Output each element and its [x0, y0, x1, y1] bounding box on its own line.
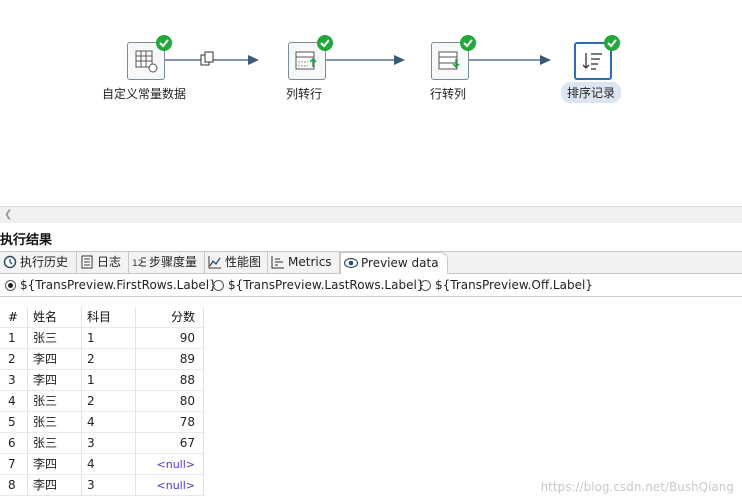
hop-3[interactable]	[466, 52, 552, 68]
tab-metrics[interactable]: Metrics	[268, 252, 340, 273]
results-panel-title: 执行结果	[0, 233, 53, 248]
cell-index: 8	[0, 475, 28, 496]
table-row[interactable]: 1 张三 1 90	[0, 328, 742, 349]
cell-subject: 1	[82, 328, 136, 349]
step-label: 自定义常量数据	[102, 87, 187, 101]
table-row[interactable]: 7 李四 4 <null>	[0, 454, 742, 475]
cell-index: 2	[0, 349, 28, 370]
step-label: 行转列	[430, 87, 467, 101]
cell-score: 80	[136, 391, 204, 412]
cell-name: 张三	[28, 412, 82, 433]
tab-step-metrics[interactable]: 12 步骤度量	[129, 252, 205, 273]
radio-label: ${TransPreview.LastRows.Label}	[228, 278, 425, 292]
table-row[interactable]: 4 张三 2 80	[0, 391, 742, 412]
tab-preview-data[interactable]: Preview data	[340, 252, 448, 274]
watermark: https://blog.csdn.net/BushQiang	[540, 480, 734, 494]
cell-subject: 3	[82, 433, 136, 454]
step-metrics-icon: 12	[132, 257, 146, 269]
canvas-horizontal-scrollbar[interactable]: ❮	[0, 206, 742, 223]
metrics-icon	[271, 256, 284, 269]
tab-performance-chart[interactable]: 性能图	[205, 252, 268, 273]
cell-subject: 3	[82, 475, 136, 496]
tab-label: 执行历史	[20, 255, 69, 269]
scroll-left-arrow-icon[interactable]: ❮	[4, 207, 12, 223]
cell-index: 4	[0, 391, 28, 412]
cell-name: 李四	[28, 349, 82, 370]
svg-text:12: 12	[132, 259, 143, 269]
cell-name: 李四	[28, 370, 82, 391]
status-ok-icon	[156, 35, 172, 51]
column-header-score[interactable]: 分数	[136, 307, 204, 328]
cell-index: 7	[0, 454, 28, 475]
radio-first-rows[interactable]: ${TransPreview.FirstRows.Label}	[5, 278, 217, 292]
cell-score: 67	[136, 433, 204, 454]
cell-score: 89	[136, 349, 204, 370]
radio-preview-off[interactable]: ${TransPreview.Off.Label}	[420, 278, 593, 292]
cell-index: 5	[0, 412, 28, 433]
cell-subject: 4	[82, 412, 136, 433]
radio-label: ${TransPreview.FirstRows.Label}	[20, 278, 217, 292]
transformation-canvas[interactable]: 自定义常量数据 列转行 行转列 排序记录	[0, 0, 742, 206]
tab-label: Metrics	[288, 255, 332, 269]
log-icon	[81, 255, 93, 269]
radio-selected-icon	[5, 280, 16, 291]
history-icon	[3, 255, 17, 269]
cell-name: 李四	[28, 454, 82, 475]
cell-name: 张三	[28, 328, 82, 349]
cell-index: 3	[0, 370, 28, 391]
radio-unselected-icon	[420, 280, 431, 291]
tab-execution-history[interactable]: 执行历史	[0, 252, 77, 273]
cell-name: 张三	[28, 433, 82, 454]
performance-chart-icon	[208, 256, 221, 269]
table-header-row: # 姓名 科目 分数	[0, 307, 742, 328]
column-header-name[interactable]: 姓名	[28, 307, 82, 328]
tab-label: 日志	[97, 255, 122, 269]
radio-unselected-icon	[213, 280, 224, 291]
tab-label: 性能图	[225, 255, 262, 269]
radio-label: ${TransPreview.Off.Label}	[435, 278, 593, 292]
status-ok-icon	[460, 35, 476, 51]
cell-subject: 1	[82, 370, 136, 391]
cell-score: <null>	[136, 475, 204, 496]
cell-subject: 4	[82, 454, 136, 475]
cell-score: <null>	[136, 454, 204, 475]
cell-subject: 2	[82, 349, 136, 370]
results-tab-bar: 执行历史 日志 12 步骤度量 性能图 Metrics Preview data	[0, 251, 742, 274]
cell-name: 张三	[28, 391, 82, 412]
cell-index: 6	[0, 433, 28, 454]
eye-icon	[344, 257, 358, 269]
status-ok-icon	[604, 35, 620, 51]
tab-label: Preview data	[361, 256, 439, 270]
cell-score: 78	[136, 412, 204, 433]
table-row[interactable]: 5 张三 4 78	[0, 412, 742, 433]
cell-name: 李四	[28, 475, 82, 496]
status-ok-icon	[317, 35, 333, 51]
column-header-subject[interactable]: 科目	[82, 307, 136, 328]
radio-last-rows[interactable]: ${TransPreview.LastRows.Label}	[213, 278, 424, 292]
cell-score: 88	[136, 370, 204, 391]
hop-2[interactable]	[324, 52, 406, 68]
copy-rows-icon	[200, 51, 214, 66]
tab-label: 步骤度量	[149, 255, 198, 269]
preview-options: ${TransPreview.FirstRows.Label} ${TransP…	[0, 274, 742, 297]
step-label: 列转行	[286, 87, 323, 101]
table-row[interactable]: 6 张三 3 67	[0, 433, 742, 454]
table-row[interactable]: 2 李四 2 89	[0, 349, 742, 370]
table-row[interactable]: 3 李四 1 88	[0, 370, 742, 391]
cell-subject: 2	[82, 391, 136, 412]
step-label-selected: 排序记录	[561, 82, 622, 103]
cell-index: 1	[0, 328, 28, 349]
tab-log[interactable]: 日志	[77, 252, 129, 273]
column-header-index[interactable]: #	[0, 307, 28, 328]
cell-score: 90	[136, 328, 204, 349]
